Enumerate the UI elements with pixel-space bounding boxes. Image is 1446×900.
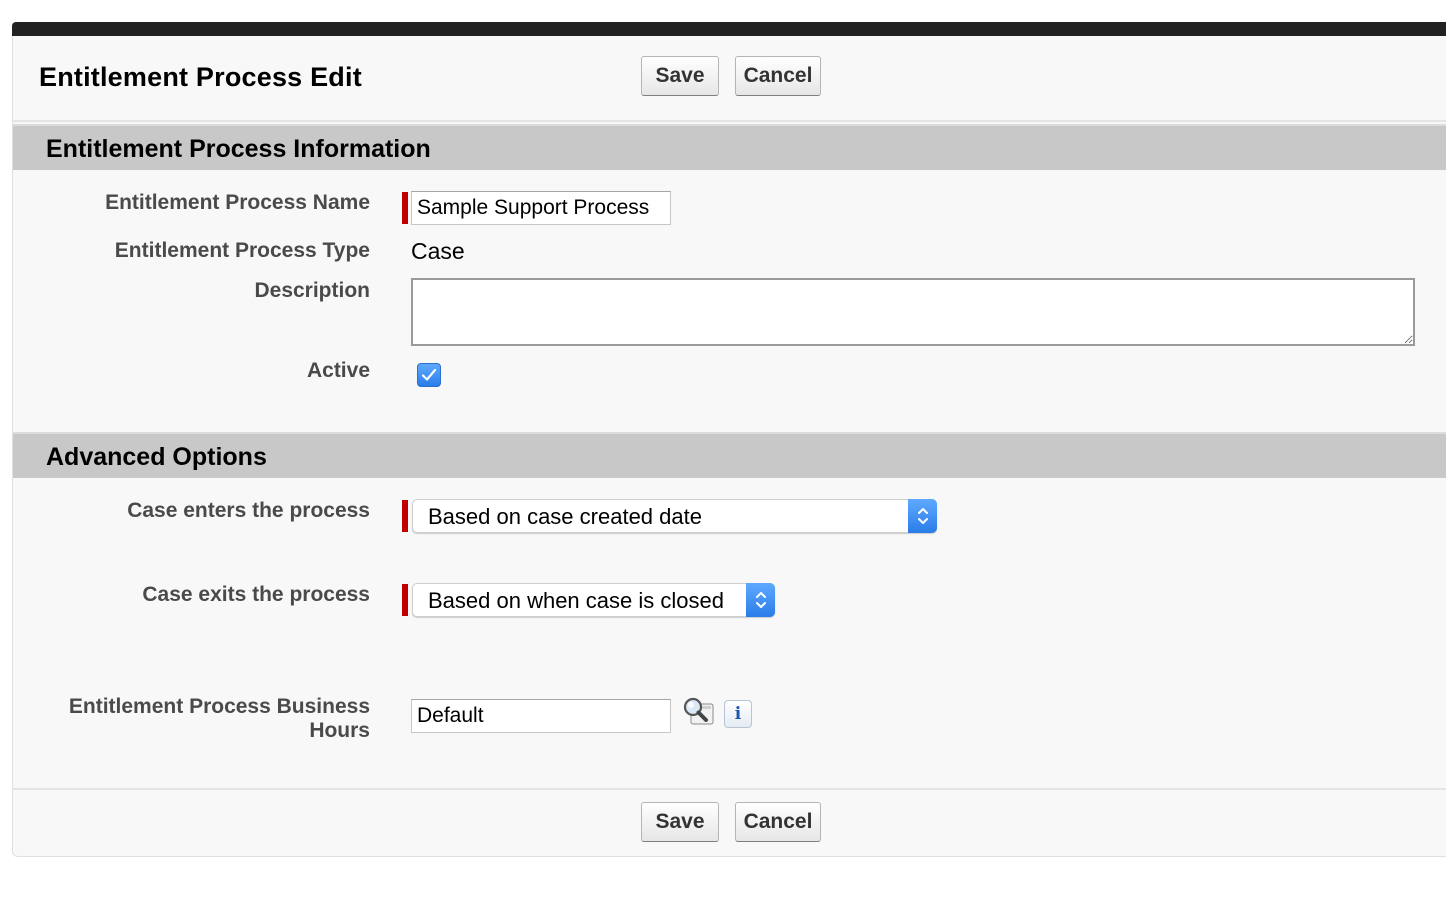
section-title-information: Entitlement Process Information	[46, 135, 431, 163]
field-label-business-hours-line1: Entitlement Process Business	[68, 695, 370, 718]
footer-divider	[13, 788, 1446, 790]
active-checkbox[interactable]	[417, 363, 441, 387]
section-title-advanced: Advanced Options	[46, 443, 267, 471]
required-marker-name	[402, 192, 408, 224]
business-hours-input[interactable]	[411, 699, 671, 733]
required-marker-case-enters	[402, 500, 408, 532]
case-exits-selected-value: Based on when case is closed	[428, 588, 724, 613]
required-marker-case-exits	[402, 584, 408, 616]
section-header-advanced: Advanced Options	[13, 432, 1446, 478]
case-enters-select[interactable]: Based on case created date	[412, 499, 937, 533]
title-divider	[13, 120, 1446, 122]
cancel-button-bottom[interactable]: Cancel	[735, 802, 821, 842]
field-label-business-hours: Entitlement Process Business Hours	[69, 695, 370, 743]
field-label-case-enters: Case enters the process	[127, 499, 370, 522]
save-button-bottom[interactable]: Save	[641, 802, 719, 842]
page-title: Entitlement Process Edit	[39, 62, 362, 92]
field-label-type: Entitlement Process Type	[114, 239, 370, 262]
description-textarea[interactable]	[411, 278, 1415, 346]
magnifier-lookup-icon[interactable]	[681, 696, 717, 728]
updown-chevron-icon	[746, 583, 775, 617]
updown-chevron-icon	[908, 499, 937, 533]
checkmark-icon	[421, 368, 437, 381]
process-type-value: Case	[411, 238, 465, 264]
section-header-information: Entitlement Process Information	[13, 124, 1446, 170]
info-icon[interactable]: i	[724, 700, 752, 728]
case-exits-select[interactable]: Based on when case is closed	[412, 583, 775, 617]
cancel-button-top[interactable]: Cancel	[735, 56, 821, 96]
field-label-case-exits: Case exits the process	[142, 583, 370, 606]
field-label-business-hours-line2: Hours	[309, 719, 370, 742]
edit-panel: Entitlement Process Edit Save Cancel Ent…	[12, 36, 1446, 857]
field-label-active: Active	[306, 359, 370, 382]
save-button-top[interactable]: Save	[641, 56, 719, 96]
case-enters-selected-value: Based on case created date	[428, 504, 702, 529]
field-label-description: Description	[254, 279, 370, 302]
process-name-input[interactable]	[411, 191, 671, 225]
top-accent-bar	[12, 22, 1446, 36]
field-label-name: Entitlement Process Name	[105, 191, 370, 214]
